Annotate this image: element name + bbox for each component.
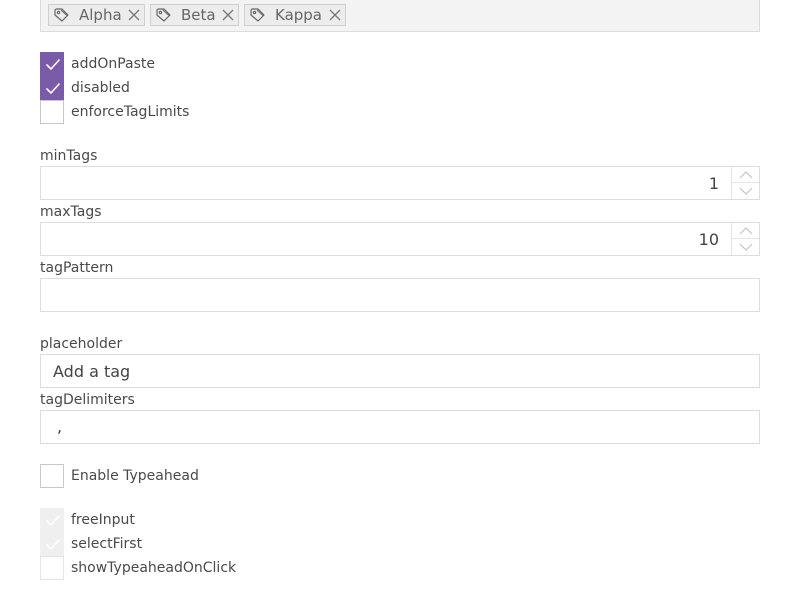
placeholder-label: placeholder xyxy=(40,336,123,352)
checkbox-enable-typeahead[interactable]: Enable Typeahead xyxy=(40,464,440,488)
checkbox-show-typeahead-on-click: showTypeaheadOnClick xyxy=(40,556,440,580)
checkbox-label: Enable Typeahead xyxy=(71,468,199,484)
tag-chip-kappa[interactable]: Kappa xyxy=(244,4,346,26)
tag-delimiters-label: tagDelimiters xyxy=(40,392,135,408)
checkbox-enforce-tag-limits[interactable]: enforceTagLimits xyxy=(40,100,440,124)
checkbox-label: disabled xyxy=(71,80,130,96)
chevron-down-icon[interactable] xyxy=(732,183,759,199)
checkbox-add-on-paste[interactable]: addOnPaste xyxy=(40,52,440,76)
tag-icon xyxy=(155,6,173,24)
tag-icon xyxy=(53,6,71,24)
max-tags-input[interactable]: 10 xyxy=(40,222,760,256)
checkbox-free-input: freeInput xyxy=(40,508,440,532)
tag-pattern-label: tagPattern xyxy=(40,260,114,276)
checkbox-box[interactable] xyxy=(40,76,64,100)
checkbox-box xyxy=(40,532,64,556)
chevron-down-icon[interactable] xyxy=(732,239,759,255)
tag-delimiters-value: , xyxy=(57,417,63,436)
min-tags-label: minTags xyxy=(40,148,98,164)
check-icon xyxy=(45,538,61,551)
tag-input-demo-page: Alpha Beta Kappa addOnPaste disabled enf… xyxy=(0,0,800,600)
max-tags-spinner[interactable] xyxy=(731,223,759,255)
check-icon xyxy=(45,514,61,527)
placeholder-input[interactable]: Add a tag xyxy=(40,354,760,388)
min-tags-value: 1 xyxy=(708,174,719,193)
checkbox-disabled[interactable]: disabled xyxy=(40,76,440,100)
tag-chip-alpha[interactable]: Alpha xyxy=(48,4,145,26)
checkbox-label: selectFirst xyxy=(71,536,143,552)
tag-delimiters-input[interactable]: , xyxy=(40,410,760,444)
checkbox-box[interactable] xyxy=(40,464,64,488)
check-icon xyxy=(45,58,61,71)
chevron-up-icon[interactable] xyxy=(732,223,759,239)
checkbox-select-first: selectFirst xyxy=(40,532,440,556)
tag-input[interactable]: Alpha Beta Kappa xyxy=(40,0,760,32)
checkbox-box xyxy=(40,556,64,580)
checkbox-box[interactable] xyxy=(40,100,64,124)
close-icon[interactable] xyxy=(329,9,341,21)
checkbox-label: freeInput xyxy=(71,512,135,528)
min-tags-input[interactable]: 1 xyxy=(40,166,760,200)
checkbox-box xyxy=(40,508,64,532)
checkbox-label: addOnPaste xyxy=(71,56,156,72)
close-icon[interactable] xyxy=(222,9,234,21)
tag-pattern-input[interactable] xyxy=(40,278,760,312)
tag-chip-beta[interactable]: Beta xyxy=(150,4,239,26)
max-tags-value: 10 xyxy=(698,230,719,249)
placeholder-value: Add a tag xyxy=(53,362,131,381)
min-tags-spinner[interactable] xyxy=(731,167,759,199)
tag-label: Alpha xyxy=(79,6,122,24)
tag-icon xyxy=(249,6,267,24)
tag-label: Kappa xyxy=(275,6,322,24)
checkbox-label: enforceTagLimits xyxy=(71,104,190,120)
tag-label: Beta xyxy=(181,6,216,24)
checkbox-label: showTypeaheadOnClick xyxy=(71,560,237,576)
chevron-up-icon[interactable] xyxy=(732,167,759,183)
close-icon[interactable] xyxy=(128,9,140,21)
max-tags-label: maxTags xyxy=(40,204,102,220)
check-icon xyxy=(45,82,61,95)
checkbox-box[interactable] xyxy=(40,52,64,76)
